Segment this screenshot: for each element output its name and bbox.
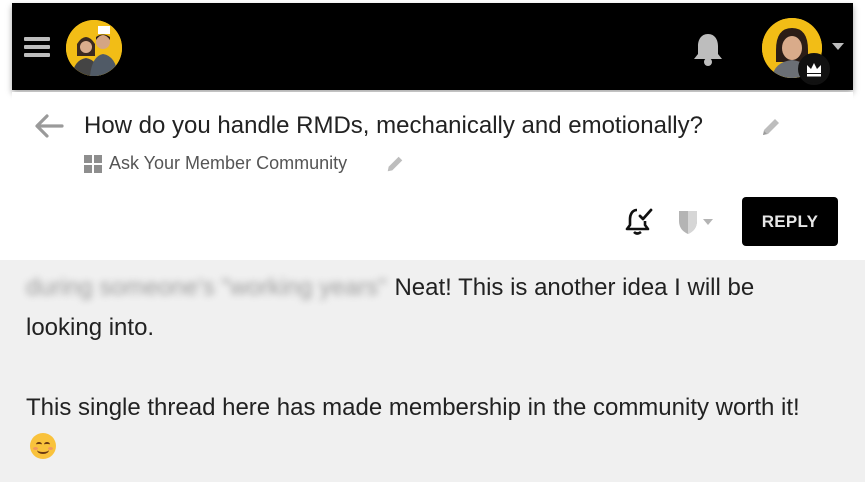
reply-button[interactable]: REPLY [742,197,838,246]
hamburger-menu-icon[interactable] [24,37,50,57]
post-body: during someone's "working years" Neat! Th… [0,260,865,482]
chevron-down-icon[interactable] [832,43,844,50]
site-logo-avatar[interactable] [66,20,122,76]
back-arrow-icon[interactable] [34,114,64,138]
topic-title[interactable]: How do you handle RMDs, mechanically and… [84,112,703,140]
category-link[interactable]: Ask Your Member Community [109,153,347,174]
topic-header: How do you handle RMDs, mechanically and… [12,92,853,258]
edit-category-pencil-icon[interactable] [385,154,405,174]
bell-check-icon[interactable] [624,206,654,236]
grid-icon [84,155,103,174]
blurred-quote: during someone's "working years" [26,274,387,301]
post-line-2: This single thread here has made members… [26,394,800,421]
shield-dropdown-icon[interactable] [676,208,720,236]
top-header [12,3,853,90]
bell-icon[interactable] [692,31,724,67]
edit-title-pencil-icon[interactable] [760,116,782,138]
post-content: during someone's "working years" Neat! Th… [26,268,826,468]
crown-icon [798,53,830,85]
smiling-face-icon [30,433,56,459]
